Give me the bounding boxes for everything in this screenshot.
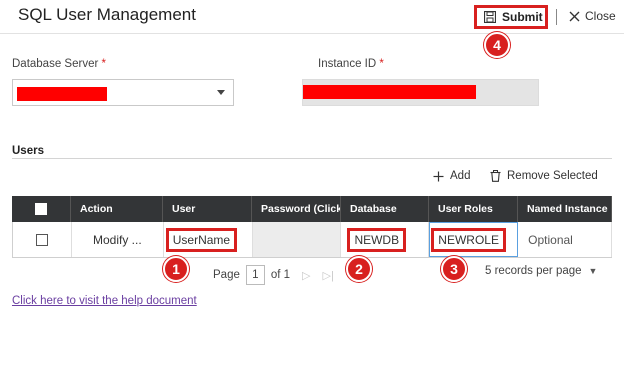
trash-icon bbox=[490, 170, 501, 182]
database-server-label: Database Server * bbox=[12, 58, 106, 70]
annotation-badge-3: 3 bbox=[441, 256, 467, 282]
instance-id-label: Instance ID * bbox=[318, 58, 384, 70]
annotation-badge-4: 4 bbox=[484, 32, 510, 58]
add-button[interactable]: Add bbox=[433, 170, 470, 182]
required-marker: * bbox=[101, 58, 106, 70]
column-header-named-instance[interactable]: Named Instance bbox=[518, 196, 612, 222]
page-label: Page bbox=[213, 269, 240, 281]
remove-selected-button[interactable]: Remove Selected bbox=[490, 170, 598, 182]
close-label: Close bbox=[585, 9, 616, 23]
redacted-value bbox=[303, 85, 476, 99]
required-marker: * bbox=[379, 58, 384, 70]
users-section-title: Users bbox=[12, 145, 44, 157]
table-row: Modify ... UserName NEWDB NEWROLE Option… bbox=[12, 222, 612, 258]
dialog-header: SQL User Management Submit Close bbox=[0, 0, 624, 34]
column-header-user[interactable]: User bbox=[163, 196, 252, 222]
submit-label: Submit bbox=[502, 10, 543, 24]
save-icon bbox=[484, 11, 496, 23]
column-header-user-roles[interactable]: User Roles bbox=[429, 196, 518, 222]
user-roles-cell[interactable]: NEWROLE bbox=[429, 222, 519, 257]
column-header-database[interactable]: Database bbox=[341, 196, 429, 222]
plus-icon bbox=[433, 171, 444, 181]
named-instance-value: Optional bbox=[528, 232, 573, 247]
last-page-icon[interactable]: ▷| bbox=[323, 269, 334, 282]
annotation-badge-1: 1 bbox=[163, 256, 189, 282]
submit-button[interactable]: Submit bbox=[474, 5, 548, 29]
dialog-title: SQL User Management bbox=[18, 5, 196, 24]
chevron-down-icon bbox=[217, 90, 225, 95]
dropdown-caret-icon: ▼ bbox=[588, 266, 598, 276]
records-per-page-label: 5 records per page bbox=[485, 265, 582, 277]
add-label: Add bbox=[450, 170, 471, 182]
grid-header: Action User Password (Click to Database … bbox=[12, 196, 612, 222]
database-value: NEWDB bbox=[347, 227, 407, 252]
database-server-select[interactable] bbox=[12, 79, 234, 106]
remove-selected-label: Remove Selected bbox=[507, 170, 598, 182]
column-header-action[interactable]: Action bbox=[71, 196, 163, 222]
users-grid: Action User Password (Click to Database … bbox=[12, 196, 612, 258]
named-instance-cell[interactable]: Optional bbox=[518, 222, 612, 257]
page-number-input[interactable]: 1 bbox=[245, 265, 265, 285]
close-icon bbox=[569, 11, 580, 21]
help-document-link[interactable]: Click here to visit the help document bbox=[12, 295, 197, 307]
annotation-badge-2: 2 bbox=[346, 256, 372, 282]
user-value: UserName bbox=[165, 227, 238, 252]
password-cell[interactable] bbox=[252, 222, 342, 257]
select-all-cell bbox=[12, 196, 71, 222]
action-cell[interactable]: Modify ... bbox=[72, 222, 164, 257]
row-select-cell bbox=[13, 222, 72, 257]
next-page-icon[interactable]: ▷ bbox=[302, 269, 310, 282]
pagination: Page 1 of 1 ▷ ▷| bbox=[213, 265, 334, 285]
header-divider bbox=[556, 9, 557, 25]
close-button[interactable]: Close bbox=[569, 9, 616, 23]
page-count: of 1 bbox=[270, 269, 291, 281]
action-value: Modify ... bbox=[92, 232, 142, 247]
database-cell[interactable]: NEWDB bbox=[341, 222, 430, 257]
user-cell[interactable]: UserName bbox=[164, 222, 253, 257]
user-roles-value: NEWROLE bbox=[431, 227, 506, 252]
redacted-value bbox=[17, 87, 107, 101]
select-all-checkbox[interactable] bbox=[35, 203, 47, 215]
row-checkbox[interactable] bbox=[35, 233, 48, 246]
column-header-password[interactable]: Password (Click to bbox=[252, 196, 341, 222]
instance-id-field bbox=[302, 79, 539, 106]
section-divider bbox=[12, 158, 612, 159]
records-per-page-select[interactable]: 5 records per page ▼ bbox=[485, 265, 597, 277]
